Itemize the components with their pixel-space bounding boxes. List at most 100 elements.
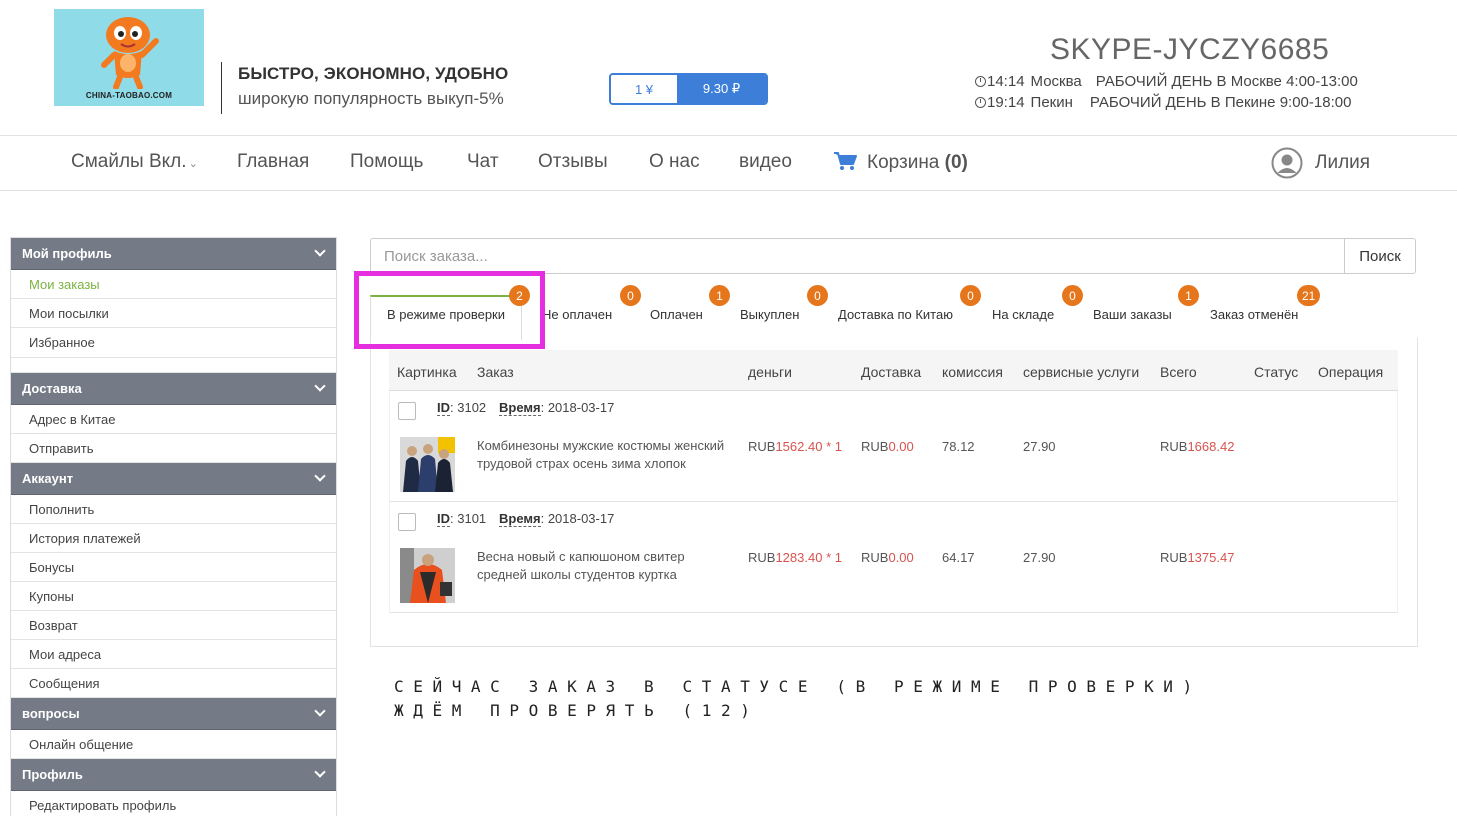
chevron-down-icon [314, 245, 326, 257]
sidebar-item-my-parcels[interactable]: Мои посылки [11, 299, 336, 328]
status-annotation: СЕЙЧАС ЗАКАЗ В СТАТУСЕ (В РЕЖИМЕ ПРОВЕРК… [394, 675, 1202, 723]
order-time: Время: 2018-03-17 [499, 400, 615, 416]
sidebar-item-online-chat[interactable]: Онлайн общение [11, 730, 336, 759]
chevron-down-icon [314, 380, 326, 392]
avatar [1271, 147, 1303, 179]
order-delivery: RUB0.00 [861, 439, 914, 454]
sidebar-item-send[interactable]: Отправить [11, 434, 336, 463]
nav-smiles-label: Смайлы Вкл. [71, 151, 187, 172]
beijing-hours: 19:14 Пекин РАБОЧИЙ ДЕНЬ В Пекине 9:00-18:… [975, 94, 1351, 111]
moscow-workday: РАБОЧИЙ ДЕНЬ В Москве 4:00-13:00 [1095, 73, 1358, 90]
cart-icon [834, 152, 857, 170]
sidebar-item-payment-history[interactable]: История платежей [11, 524, 336, 553]
sidebar-item-my-addresses[interactable]: Мои адреса [11, 640, 336, 669]
sidebar-item-my-orders[interactable]: Мои заказы [11, 270, 336, 299]
col-status: Статус [1254, 364, 1299, 380]
skype-contact[interactable]: SKYPE-JYCZY6685 [1050, 33, 1329, 67]
nav-video[interactable]: видео [739, 151, 792, 173]
order-checkbox[interactable] [398, 513, 416, 531]
col-money: деньги [748, 364, 792, 380]
nav-reviews[interactable]: Отзывы [538, 151, 608, 173]
col-services: сервисные услуги [1023, 364, 1140, 380]
beijing-workday: РАБОЧИЙ ДЕНЬ В Пекине 9:00-18:00 [1089, 94, 1352, 111]
clock-icon [975, 76, 986, 87]
order-commission: 78.12 [942, 439, 975, 454]
col-operation: Операция [1318, 364, 1384, 380]
order-search-input[interactable] [370, 238, 1345, 274]
nav-smiles-toggle[interactable]: Смайлы Вкл. ⌄ [71, 151, 198, 173]
nav-help[interactable]: Помощь [350, 151, 423, 173]
order-delivery: RUB0.00 [861, 550, 914, 565]
product-title-link[interactable]: Комбинезоны мужские костюмы женский труд… [477, 437, 732, 471]
sidebar-item-edit-profile[interactable]: Редактировать профиль [11, 791, 336, 816]
order-services: 27.90 [1023, 550, 1056, 565]
logo-caption: CHINA-TAOBAO.COM [85, 91, 173, 100]
sidebar-item-refund[interactable]: Возврат [11, 611, 336, 640]
moscow-time: 14:14 [987, 73, 1025, 90]
order-id: ID: 3101 [437, 511, 487, 527]
annotation-highlight-box [354, 271, 545, 349]
sidebar-item-china-address[interactable]: Адрес в Китае [11, 405, 336, 434]
col-order: Заказ [477, 364, 514, 380]
order-money: RUB1283.40 * 1 [748, 550, 842, 565]
chevron-down-icon [314, 766, 326, 778]
order-total: RUB1668.42 [1160, 439, 1235, 454]
sidebar-item-bonuses[interactable]: Бонусы [11, 553, 336, 582]
site-logo[interactable]: CHINA-TAOBAO.COM [54, 9, 204, 106]
col-delivery: Доставка [861, 364, 922, 380]
header-separator [0, 135, 1457, 136]
sidebar-item-top-up[interactable]: Пополнить [11, 495, 336, 524]
nav-about[interactable]: О нас [649, 151, 700, 173]
sidebar-section-delivery[interactable]: Доставка [11, 373, 336, 405]
tab-paid[interactable]: Оплачен [650, 307, 703, 322]
chevron-down-icon [314, 705, 326, 717]
tab-china-delivery[interactable]: Доставка по Китаю [838, 307, 953, 322]
sidebar-section-questions[interactable]: вопросы [11, 698, 336, 730]
product-thumbnail[interactable] [400, 548, 455, 603]
product-image [400, 548, 455, 603]
tab-badge-purchased: 0 [807, 285, 828, 306]
sidebar-item-favorites[interactable]: Избранное [11, 328, 336, 358]
moscow-hours: 14:14 Москва РАБОЧИЙ ДЕНЬ В Москве 4:00-13… [975, 73, 1358, 90]
tab-badge-cancelled: 21 [1297, 285, 1321, 306]
tab-badge-not-paid: 0 [620, 285, 641, 306]
slogan-main: БЫСТРО, ЭКОНОМНО, УДОБНО [238, 64, 509, 83]
col-commission: комиссия [942, 364, 1003, 380]
status-annotation-line2: ЖДЁМ ПРОВЕРЯТЬ (12) [394, 701, 760, 720]
order-money: RUB1562.40 * 1 [748, 439, 842, 454]
mascot-icon [101, 17, 159, 89]
nav-home[interactable]: Главная [237, 151, 309, 173]
rate-rub: 9.30 ₽ [677, 75, 766, 103]
tab-not-paid[interactable]: Не оплачен [542, 307, 612, 322]
sidebar-item-messages[interactable]: Сообщения [11, 669, 336, 698]
nav-separator [0, 190, 1457, 191]
beijing-time: 19:14 [987, 94, 1025, 111]
order-time: Время: 2018-03-17 [499, 511, 615, 527]
product-thumbnail[interactable] [400, 437, 455, 492]
rate-yuan: 1 ¥ [611, 75, 677, 103]
cart-label: Корзина [867, 152, 940, 173]
order-total: RUB1375.47 [1160, 550, 1235, 565]
search-button[interactable]: Поиск [1344, 238, 1416, 274]
tab-your-orders[interactable]: Ваши заказы [1093, 307, 1172, 322]
chevron-down-icon: ⌄ [188, 158, 198, 170]
status-annotation-line1: СЕЙЧАС ЗАКАЗ В СТАТУСЕ (В РЕЖИМЕ ПРОВЕРК… [394, 677, 1202, 696]
sidebar-section-account[interactable]: Аккаунт [11, 463, 336, 495]
nav-cart[interactable]: Корзина (0) [833, 151, 968, 174]
sidebar-section-my-profile[interactable]: Мой профиль [11, 238, 336, 270]
sidebar-item-coupons[interactable]: Купоны [11, 582, 336, 611]
product-title-link[interactable]: Весна новый с капюшоном свитер средней ш… [477, 548, 732, 582]
tab-badge-paid: 1 [709, 285, 730, 306]
tab-purchased[interactable]: Выкуплен [740, 307, 799, 322]
tab-badge-in-warehouse: 0 [1062, 285, 1083, 306]
user-menu[interactable]: Лилия [1271, 147, 1370, 179]
moscow-city: Москва [1030, 73, 1082, 90]
exchange-rate: 1 ¥ 9.30 ₽ [609, 73, 768, 105]
tab-cancelled[interactable]: Заказ отменён [1210, 307, 1298, 322]
nav-chat[interactable]: Чат [467, 151, 499, 173]
sidebar-section-profile[interactable]: Профиль [11, 759, 336, 791]
order-id: ID: 3102 [437, 400, 487, 416]
slogan-sub: широкую популярность выкуп-5% [238, 89, 504, 108]
tab-in-warehouse[interactable]: На складе [992, 307, 1054, 322]
order-checkbox[interactable] [398, 402, 416, 420]
